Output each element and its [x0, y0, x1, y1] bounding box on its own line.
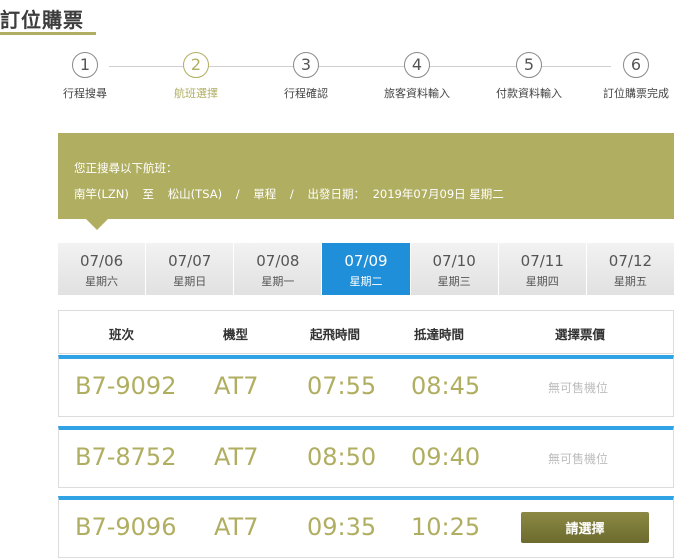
header-departure: 起飛時間 [310, 327, 361, 342]
tab-date: 07/09 [344, 252, 388, 270]
date-tab[interactable]: 07/07 星期日 [146, 243, 235, 295]
step-6: 6 訂位購票完成 [581, 52, 680, 101]
step-5: 5 付款資料輸入 [474, 52, 584, 101]
destination: 松山(TSA) [167, 187, 223, 201]
flight-row: B7-8752 AT7 08:50 09:40 無可售機位 [58, 426, 674, 488]
tab-weekday: 星期日 [173, 275, 207, 288]
tab-date: 07/10 [432, 252, 476, 270]
aircraft-type: AT7 [214, 443, 259, 471]
no-seats-status: 無可售機位 [548, 381, 609, 395]
step-3: 3 行程確認 [251, 52, 361, 101]
step-label: 行程確認 [284, 87, 328, 100]
tab-weekday: 星期一 [261, 275, 295, 288]
date-tab[interactable]: 07/10 星期三 [410, 243, 499, 295]
banner-pointer [86, 219, 108, 230]
date-tabs: 07/06 星期六 07/07 星期日 07/08 星期一 07/09 星期二 … [58, 243, 674, 295]
flight-number: B7-8752 [75, 443, 177, 471]
tab-weekday: 星期五 [613, 275, 647, 288]
aircraft-type: AT7 [214, 372, 259, 400]
date-tab-selected[interactable]: 07/09 星期二 [322, 243, 411, 295]
title-underline [0, 32, 96, 35]
step-2: 2 航班選擇 [141, 52, 251, 101]
flight-row: B7-9092 AT7 07:55 08:45 無可售機位 [58, 355, 674, 417]
step-4: 4 旅客資料輸入 [362, 52, 472, 101]
step-number: 5 [516, 52, 542, 78]
header-flight: 班次 [109, 327, 135, 342]
step-label: 航班選擇 [174, 87, 218, 100]
banner-route: 南竿(LZN) 至 松山(TSA) / 單程 / 出發日期： 2019年07月0… [74, 186, 514, 202]
tab-weekday: 星期六 [85, 275, 119, 288]
departure-time: 07:55 [307, 372, 377, 400]
flight-number: B7-9096 [75, 513, 177, 541]
separator: / [235, 187, 240, 201]
header-arrival: 抵達時間 [414, 327, 465, 342]
search-info-banner: 您正搜尋以下航班： 南竿(LZN) 至 松山(TSA) / 單程 / 出發日期：… [58, 133, 674, 219]
tab-date: 07/07 [168, 252, 212, 270]
date-tab[interactable]: 07/12 星期五 [586, 243, 674, 295]
aircraft-type: AT7 [214, 513, 259, 541]
separator: / [289, 187, 294, 201]
select-fare-button[interactable]: 請選擇 [521, 512, 649, 543]
step-1: 1 行程搜尋 [30, 52, 140, 101]
banner-heading: 您正搜尋以下航班： [74, 161, 178, 175]
step-number: 4 [404, 52, 430, 78]
tab-weekday: 星期四 [525, 275, 559, 288]
flight-table-header: 班次 機型 起飛時間 抵達時間 選擇票價 [58, 310, 674, 354]
no-seats-status: 無可售機位 [548, 452, 609, 466]
departure-label: 出發日期： [307, 187, 365, 201]
header-fare: 選擇票價 [555, 327, 606, 342]
date-tab[interactable]: 07/06 星期六 [58, 243, 147, 295]
page-title: 訂位購票 [0, 8, 84, 32]
step-number: 2 [183, 52, 209, 78]
arrival-time: 09:40 [411, 443, 481, 471]
tab-date: 07/08 [256, 252, 300, 270]
tab-date: 07/12 [608, 252, 653, 270]
step-label: 訂位購票完成 [603, 87, 669, 100]
step-number: 1 [72, 52, 98, 78]
arrival-time: 08:45 [411, 372, 481, 400]
departure-date: 2019年07月09日 星期二 [372, 187, 504, 201]
date-tab[interactable]: 07/11 星期四 [498, 243, 587, 295]
step-label: 旅客資料輸入 [384, 87, 450, 100]
route-to: 至 [142, 187, 155, 201]
tab-date: 07/11 [520, 252, 564, 270]
step-label: 行程搜尋 [63, 87, 107, 100]
date-tab[interactable]: 07/08 星期一 [234, 243, 323, 295]
flight-number: B7-9092 [75, 372, 177, 400]
departure-time: 08:50 [307, 443, 377, 471]
step-label: 付款資料輸入 [496, 87, 562, 100]
trip-type: 單程 [253, 187, 277, 201]
header-aircraft: 機型 [223, 327, 249, 342]
step-number: 3 [293, 52, 319, 78]
step-number: 6 [623, 52, 649, 78]
tab-weekday: 星期三 [437, 275, 471, 288]
departure-time: 09:35 [307, 513, 377, 541]
booking-stepper: 1 行程搜尋 2 航班選擇 3 行程確認 4 旅客資料輸入 5 付款資料輸入 6… [54, 52, 669, 102]
arrival-time: 10:25 [411, 513, 481, 541]
origin: 南竿(LZN) [74, 187, 129, 201]
tab-date: 07/06 [79, 252, 124, 270]
tab-weekday: 星期二 [349, 275, 383, 288]
flight-row: B7-9096 AT7 09:35 10:25 請選擇 [58, 496, 674, 558]
